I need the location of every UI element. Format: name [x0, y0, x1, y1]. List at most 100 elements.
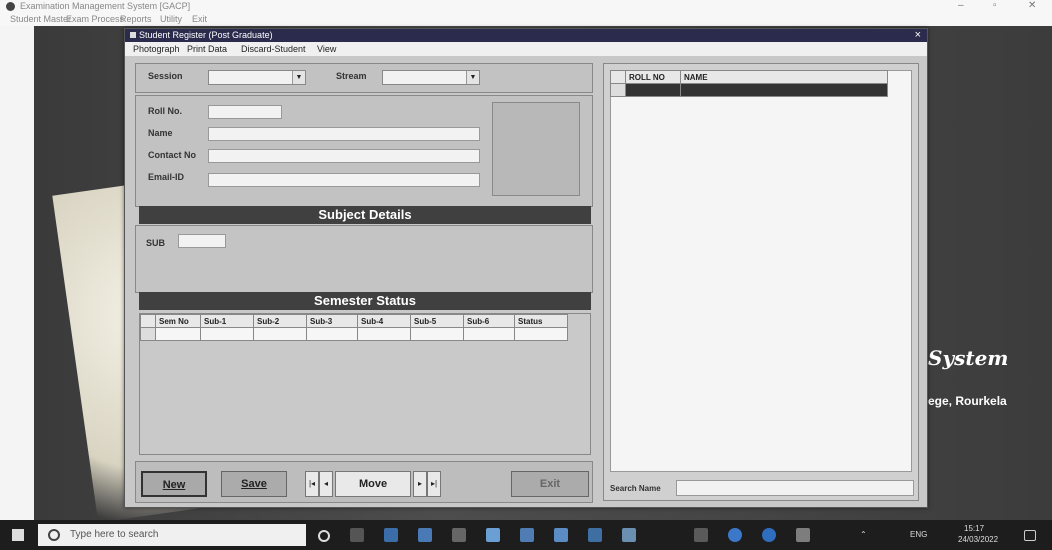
- table-cell[interactable]: [200, 327, 254, 341]
- column-header: ROLL NO: [625, 70, 681, 84]
- table-cell[interactable]: [514, 327, 568, 341]
- column-header: Sub-1: [200, 314, 254, 328]
- menu-print-data[interactable]: Print Data: [187, 44, 227, 54]
- search-placeholder: Type here to search: [70, 529, 159, 540]
- browser-icon[interactable]: [728, 528, 742, 542]
- app-icon[interactable]: [486, 528, 500, 542]
- subject-details-panel: SUB: [135, 225, 593, 293]
- minimize-button[interactable]: –: [958, 0, 964, 11]
- taskbar-date[interactable]: 24/03/2022: [958, 535, 998, 544]
- dialog-menubar: Photograph Print Data Discard-Student Vi…: [125, 42, 927, 56]
- stream-select[interactable]: ▼: [382, 70, 480, 85]
- notification-icon[interactable]: [1024, 530, 1036, 541]
- new-button-label: New: [162, 479, 186, 491]
- exit-button[interactable]: Exit: [511, 471, 589, 497]
- taskbar: Type here to search ⌃ ENG 15:17 24/03/20…: [0, 520, 1052, 550]
- table-cell[interactable]: [357, 327, 411, 341]
- menu-utility[interactable]: Utility: [160, 14, 182, 24]
- app-menubar: Student Master Exam Process Reports Util…: [0, 14, 1052, 26]
- menu-photograph[interactable]: Photograph: [133, 44, 180, 54]
- app-icon[interactable]: [694, 528, 708, 542]
- language-indicator[interactable]: ENG: [910, 530, 927, 539]
- app-icon[interactable]: [520, 528, 534, 542]
- move-button[interactable]: Move: [335, 471, 411, 497]
- search-icon: [48, 529, 60, 541]
- app-icon[interactable]: [588, 528, 602, 542]
- dialog-titlebar: Student Register (Post Graduate) ×: [125, 29, 927, 42]
- menu-view[interactable]: View: [317, 44, 336, 54]
- tray-chevron-up-icon[interactable]: ⌃: [860, 530, 867, 539]
- session-stream-panel: Session ▼ Stream ▼: [135, 63, 593, 93]
- contact-no-label: Contact No: [148, 150, 196, 160]
- row-header-cell: [140, 314, 156, 328]
- table-cell[interactable]: [410, 327, 464, 341]
- last-record-button[interactable]: ▸|: [427, 471, 441, 497]
- roll-no-label: Roll No.: [148, 106, 182, 116]
- student-list-panel: ROLL NO NAME Search Name: [603, 63, 919, 501]
- menu-exit[interactable]: Exit: [192, 14, 207, 24]
- taskbar-search-box[interactable]: Type here to search: [38, 524, 306, 546]
- app-titlebar: Examination Management System [GACP] – ▫…: [0, 0, 1052, 14]
- background-system-text: System: [928, 346, 1009, 370]
- table-row[interactable]: [140, 327, 568, 341]
- taskbar-time[interactable]: 15:17: [964, 524, 984, 533]
- search-name-label: Search Name: [610, 484, 661, 493]
- name-label: Name: [148, 128, 173, 138]
- table-cell[interactable]: [253, 327, 307, 341]
- table-row[interactable]: [610, 83, 888, 97]
- app-icon[interactable]: [796, 528, 810, 542]
- windows-start-icon[interactable]: [12, 529, 24, 541]
- dialog-close-button[interactable]: ×: [915, 29, 921, 41]
- chevron-down-icon[interactable]: ▼: [466, 71, 479, 84]
- student-register-dialog: Student Register (Post Graduate) × Photo…: [124, 28, 928, 508]
- subject-details-header: Subject Details: [139, 206, 591, 224]
- window-icon: [130, 32, 136, 38]
- contact-no-field[interactable]: [208, 149, 480, 163]
- table-cell[interactable]: [625, 83, 681, 97]
- photo-box[interactable]: [492, 102, 580, 196]
- column-header: Sub-5: [410, 314, 464, 328]
- app-icon[interactable]: [418, 528, 432, 542]
- app-icon[interactable]: [554, 528, 568, 542]
- search-name-field[interactable]: [676, 480, 914, 496]
- student-details-panel: Roll No. Name Contact No Email-ID: [135, 95, 593, 207]
- chevron-down-icon[interactable]: ▼: [292, 71, 305, 84]
- first-record-button[interactable]: |◂: [305, 471, 319, 497]
- app-logo-icon: [6, 2, 15, 11]
- background-college-text: ege, Rourkela: [928, 394, 1007, 408]
- app-icon[interactable]: [622, 528, 636, 542]
- stream-label: Stream: [336, 71, 367, 81]
- semester-status-header: Semester Status: [139, 292, 591, 310]
- save-button[interactable]: Save: [221, 471, 287, 497]
- menu-discard-student[interactable]: Discard-Student: [241, 44, 306, 54]
- email-id-field[interactable]: [208, 173, 480, 187]
- menu-student-master[interactable]: Student Master: [10, 14, 71, 24]
- menu-exam-process[interactable]: Exam Process: [66, 14, 124, 24]
- table-cell[interactable]: [306, 327, 358, 341]
- student-list-table: ROLL NO NAME: [610, 70, 888, 97]
- previous-record-button[interactable]: ◂: [319, 471, 333, 497]
- session-select[interactable]: ▼: [208, 70, 306, 85]
- next-record-button[interactable]: ▸: [413, 471, 427, 497]
- row-header-cell: [140, 327, 156, 341]
- cortana-icon[interactable]: [318, 530, 330, 542]
- semester-status-grid[interactable]: Sem No Sub-1 Sub-2 Sub-3 Sub-4 Sub-5 Sub…: [139, 313, 591, 455]
- sub-field[interactable]: [178, 234, 226, 248]
- table-cell[interactable]: [680, 83, 888, 97]
- name-field[interactable]: [208, 127, 480, 141]
- menu-reports[interactable]: Reports: [120, 14, 152, 24]
- task-view-icon[interactable]: [350, 528, 364, 542]
- table-cell[interactable]: [463, 327, 515, 341]
- maximize-button[interactable]: ▫: [993, 0, 997, 11]
- semester-status-table: Sem No Sub-1 Sub-2 Sub-3 Sub-4 Sub-5 Sub…: [140, 314, 568, 341]
- store-icon[interactable]: [452, 528, 466, 542]
- close-app-button[interactable]: ✕: [1028, 0, 1036, 11]
- browser-icon[interactable]: [762, 528, 776, 542]
- roll-no-field[interactable]: [208, 105, 282, 119]
- new-button[interactable]: New: [141, 471, 207, 497]
- save-button-label: Save: [241, 478, 267, 490]
- table-cell[interactable]: [155, 327, 201, 341]
- student-list-grid[interactable]: ROLL NO NAME: [610, 70, 912, 472]
- app-icon[interactable]: [384, 528, 398, 542]
- row-header-cell: [610, 83, 626, 97]
